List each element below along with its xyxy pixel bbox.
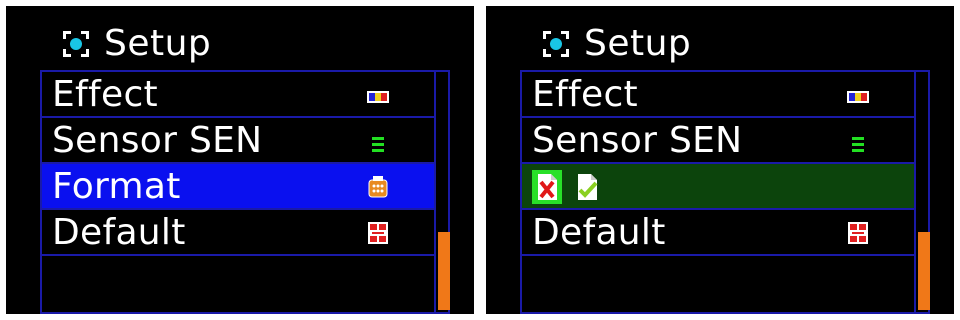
menu-item-sensor-sen[interactable]: Sensor SEN [42,118,436,164]
scrollbar[interactable] [914,72,930,312]
menu-item-default[interactable]: Default [522,210,916,256]
page-title: Setup [104,23,212,64]
menu-item-format[interactable]: Format [42,164,436,210]
format-confirm-row [522,164,916,210]
scroll-thumb[interactable] [438,232,450,310]
setup-header: Setup [486,6,954,70]
menu-item-label: Default [532,212,666,253]
format-icon [368,176,388,198]
effect-icon [367,91,389,103]
confirm-format-button[interactable] [572,170,602,204]
setup-menu: Effect Sensor SEN Format Default [40,70,450,314]
page-title: Setup [584,23,692,64]
menu-item-label: Effect [532,74,638,115]
cancel-format-button[interactable] [532,170,562,204]
setup-header: Setup [6,6,474,70]
default-icon [848,222,868,244]
setup-icon [63,31,89,57]
effect-icon [847,91,869,103]
menu-item-label: Effect [52,74,158,115]
menu-item-effect[interactable]: Effect [522,72,916,118]
setup-icon [543,31,569,57]
menu-item-label: Sensor SEN [52,120,263,161]
scrollbar[interactable] [434,72,450,312]
setup-menu: Effect Sensor SEN Default [520,70,930,314]
scroll-thumb[interactable] [918,232,930,310]
sensor-icon [372,137,384,152]
cancel-format-icon [538,174,557,200]
sensor-icon [852,137,864,152]
confirm-format-icon [578,174,598,200]
default-icon [368,222,388,244]
menu-item-label: Sensor SEN [532,120,743,161]
menu-item-default[interactable]: Default [42,210,436,256]
setup-screen-left: Setup Effect Sensor SEN Format Default [6,6,474,314]
menu-item-effect[interactable]: Effect [42,72,436,118]
setup-screen-right: Setup Effect Sensor SEN Default [486,6,954,314]
menu-item-label: Format [52,166,181,207]
menu-item-sensor-sen[interactable]: Sensor SEN [522,118,916,164]
menu-item-label: Default [52,212,186,253]
